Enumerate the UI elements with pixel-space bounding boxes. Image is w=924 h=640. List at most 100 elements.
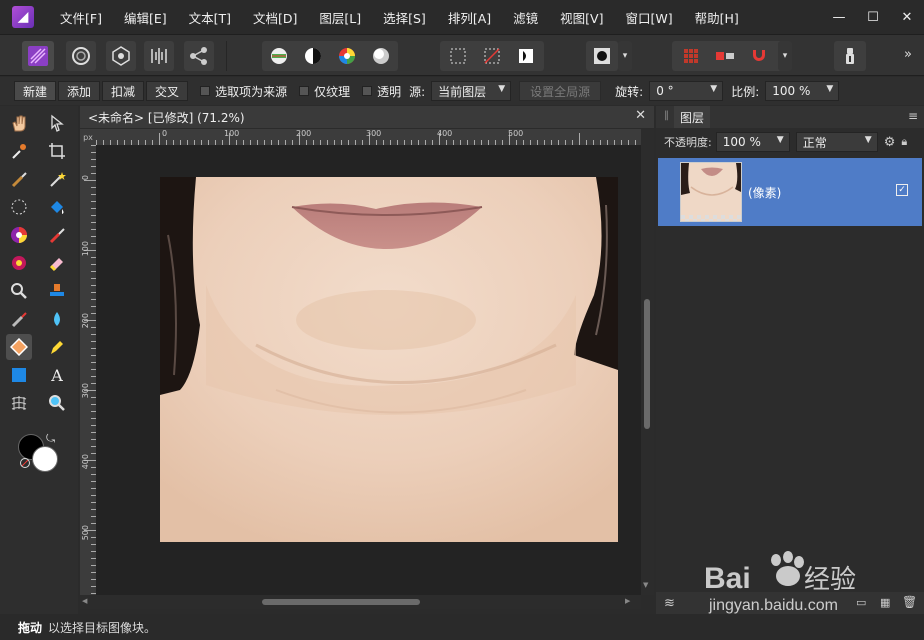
vertical-ruler: 0 100 200 300 400 500	[80, 145, 96, 595]
mask-icon[interactable]	[586, 41, 618, 71]
canvas-area[interactable]	[96, 145, 641, 595]
healing-brush-tool-icon[interactable]	[6, 306, 32, 332]
crop-tool-icon[interactable]	[44, 138, 70, 164]
document-image[interactable]	[96, 145, 641, 595]
color-picker-tool-icon[interactable]	[6, 138, 32, 164]
tab-layers[interactable]: 图层	[674, 106, 711, 128]
secondary-color-swatch[interactable]	[32, 446, 58, 472]
lock-icon[interactable]: 🔒︎	[901, 135, 907, 149]
layers-stack-icon[interactable]: ≋	[664, 596, 675, 611]
close-document-icon[interactable]: ✕	[635, 108, 646, 123]
minimize-button[interactable]: —	[822, 10, 856, 25]
source-dropdown[interactable]: 当前图层 ▼	[431, 81, 512, 101]
photo-persona-icon[interactable]	[22, 41, 54, 71]
move-tool-icon[interactable]	[44, 110, 70, 136]
align-icon[interactable]	[710, 41, 740, 71]
rectangle-tool-icon[interactable]	[6, 362, 32, 388]
color-wheel-tool-icon[interactable]	[6, 222, 32, 248]
scale-dropdown[interactable]: 100 % ▼	[765, 81, 840, 101]
horizontal-scroll-thumb[interactable]	[262, 599, 420, 605]
assistant-icon[interactable]	[834, 41, 866, 71]
mesh-warp-tool-icon[interactable]	[6, 390, 32, 416]
mask-dropdown-icon[interactable]: ▾	[618, 41, 632, 71]
delete-layer-icon[interactable]: 🗑︎	[902, 595, 917, 609]
transparent-checkbox[interactable]	[362, 86, 373, 96]
selection-brush-tool-icon[interactable]	[6, 166, 32, 192]
hand-tool-icon[interactable]	[6, 110, 32, 136]
menu-document[interactable]: 文档[D]	[253, 8, 297, 27]
opacity-value: 100 %	[722, 135, 761, 149]
panel-grip-icon[interactable]: ‖	[664, 110, 669, 121]
maximize-button[interactable]: ☐	[856, 10, 890, 25]
menu-select[interactable]: 选择[S]	[383, 8, 426, 27]
patch-tool-icon[interactable]	[6, 334, 32, 360]
menu-file[interactable]: 文件[F]	[60, 8, 102, 27]
opacity-dropdown[interactable]: 100 % ▼	[715, 132, 790, 152]
document-tab[interactable]: <未命名> [已修改] (71.2%) ✕	[80, 106, 654, 128]
clone-stamp-tool-icon[interactable]	[44, 278, 70, 304]
ruler-v-label: 500	[81, 525, 90, 541]
gear-icon[interactable]: ⚙	[884, 135, 896, 150]
menu-help[interactable]: 帮助[H]	[695, 8, 739, 27]
marquee-tool-icon[interactable]	[6, 194, 32, 220]
no-color-icon[interactable]	[20, 458, 30, 468]
snapping-dropdown-icon[interactable]: ▾	[778, 41, 792, 71]
source-label: 源:	[409, 84, 426, 99]
menu-arrange[interactable]: 排列[A]	[448, 8, 491, 27]
rotation-dropdown[interactable]: 0 ° ▼	[649, 81, 724, 101]
dodge-tool-icon[interactable]	[6, 250, 32, 276]
tone-mapping-persona-icon[interactable]	[144, 41, 174, 71]
set-global-source-button[interactable]: 设置全局源	[519, 81, 602, 101]
menu-edit[interactable]: 编辑[E]	[124, 8, 167, 27]
blend-mode-dropdown[interactable]: 正常 ▼	[795, 132, 878, 152]
grid-icon[interactable]	[676, 41, 706, 71]
color-wheel-icon[interactable]	[332, 41, 362, 71]
view-zoom-icon[interactable]	[44, 390, 70, 416]
text-tool-icon[interactable]: A	[44, 362, 70, 388]
menu-view[interactable]: 视图[V]	[560, 8, 603, 27]
levels-icon[interactable]	[264, 41, 294, 71]
ruler-v-label: 100	[81, 241, 90, 257]
horizontal-scrollbar[interactable]: ◀ ▶	[80, 595, 641, 609]
marquee-select-icon[interactable]	[444, 41, 472, 71]
new-selection-button[interactable]: 新建	[14, 81, 57, 101]
flood-select-tool-icon[interactable]	[44, 166, 70, 192]
texture-only-checkbox[interactable]	[299, 86, 310, 96]
subtract-selection-button[interactable]: 扣减	[102, 81, 145, 101]
menu-filters[interactable]: 滤镜	[513, 8, 538, 27]
vertical-scrollbar[interactable]: ▼	[641, 129, 654, 595]
paint-brush-tool-icon[interactable]	[44, 222, 70, 248]
deselect-icon[interactable]	[478, 41, 506, 71]
fill-tool-icon[interactable]	[44, 194, 70, 220]
pen-tool-icon[interactable]	[44, 334, 70, 360]
panel-menu-icon[interactable]: ≡	[908, 109, 918, 123]
brightness-icon[interactable]	[298, 41, 328, 71]
eraser-tool-icon[interactable]	[44, 250, 70, 276]
liquify-persona-icon[interactable]	[66, 41, 96, 71]
vertical-scroll-thumb[interactable]	[644, 299, 650, 429]
menu-text[interactable]: 文本[T]	[189, 8, 231, 27]
app-logo-icon[interactable]: ◢	[12, 6, 34, 28]
scroll-right-icon[interactable]: ▶	[625, 597, 630, 605]
close-window-button[interactable]: ✕	[890, 10, 924, 25]
snapping-magnet-icon[interactable]	[744, 41, 774, 71]
sample-source-checkbox[interactable]	[200, 86, 211, 96]
layer-row[interactable]: (像素) ✓	[658, 158, 922, 226]
scroll-down-icon[interactable]: ▼	[643, 581, 648, 589]
swap-colors-icon[interactable]: ⤿	[46, 432, 55, 446]
add-selection-button[interactable]: 添加	[58, 81, 101, 101]
menu-bar: ◢ 文件[F] 编辑[E] 文本[T] 文档[D] 图层[L] 选择[S] 排列…	[0, 0, 924, 34]
white-balance-icon[interactable]	[366, 41, 396, 71]
blur-tool-icon[interactable]	[44, 306, 70, 332]
invert-selection-icon[interactable]	[512, 41, 540, 71]
add-pixel-layer-icon[interactable]: ▦	[880, 596, 890, 609]
develop-persona-icon[interactable]	[106, 41, 136, 71]
toolbar-overflow-icon[interactable]: »	[904, 47, 912, 62]
zoom-tool-icon[interactable]	[6, 278, 32, 304]
intersect-selection-button[interactable]: 交叉	[146, 81, 189, 101]
scroll-left-icon[interactable]: ◀	[82, 597, 87, 605]
menu-layer[interactable]: 图层[L]	[319, 8, 361, 27]
menu-window[interactable]: 窗口[W]	[625, 8, 672, 27]
layer-visibility-checkbox[interactable]: ✓	[896, 184, 908, 196]
export-persona-icon[interactable]	[184, 41, 214, 71]
